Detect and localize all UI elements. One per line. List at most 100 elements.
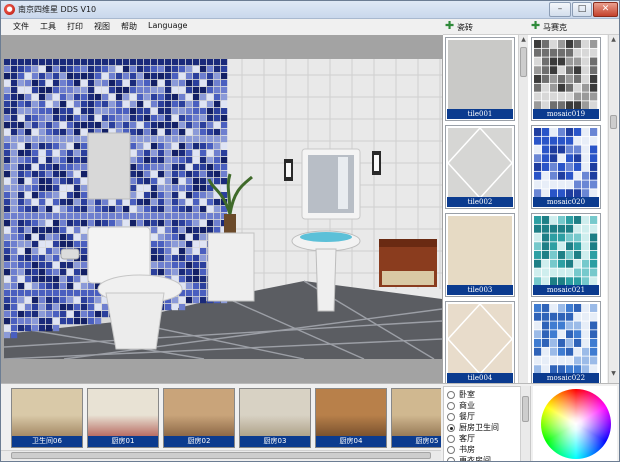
minimize-button[interactable]: – [549,2,571,17]
mosaic-scroll-thumb[interactable] [610,115,617,129]
tile-swatch [448,128,512,198]
sink-pedestal [315,248,337,312]
scroll-down-arrow-icon[interactable]: ▼ [609,369,618,378]
maximize-button[interactable]: □ [572,2,592,17]
plant-pot [224,214,236,234]
tile-name-label: mosaic019 [533,109,599,119]
ceramic-panel-label: 瓷砖 [457,23,473,32]
ceramic-tile-card[interactable]: tile004 [445,301,515,383]
app-logo-icon: ● [4,4,15,15]
ceramic-panel-header[interactable]: ✚ 瓷砖 [443,19,529,35]
room-category-option[interactable]: 卧室 [447,389,475,400]
room-category-list[interactable]: 卧室商业餐厅厨房卫生间客厅书房更衣房间 [443,386,531,462]
ceramic-tile-card[interactable]: tile001 [445,37,515,121]
room-viewport[interactable] [4,59,442,359]
tile-name-label: tile003 [447,285,513,295]
category-scroll-thumb[interactable] [522,396,529,422]
room-category-label: 商业 [459,401,475,410]
room-category-label: 更衣房间 [459,456,491,462]
app-window: ● 南京四维星 DDS V10 – □ ✕ 文件 工具 打印 视图 帮助 Lan… [0,0,620,462]
tile-name-label: mosaic022 [533,373,599,383]
close-button[interactable]: ✕ [593,2,618,17]
ceramic-scroll-thumb[interactable] [520,47,527,77]
room-thumbnail[interactable]: 厨房03 [239,388,311,448]
room-category-option[interactable]: 商业 [447,400,475,411]
menu-print[interactable]: 打印 [67,21,83,32]
menu-bar: 文件 工具 打印 视图 帮助 Language [1,19,441,35]
menu-tools[interactable]: 工具 [40,21,56,32]
room-category-option[interactable]: 餐厅 [447,411,475,422]
mosaic-panel-label: 马赛克 [543,23,567,32]
title-bar: ● 南京四维星 DDS V10 – □ ✕ [1,1,619,19]
radio-button-icon[interactable] [447,457,455,461]
thumbnail-scroll-thumb[interactable] [11,452,431,459]
room-thumbnail[interactable]: 卫生间06 [11,388,83,448]
mosaic-tile-list[interactable]: mosaic019 mosaic020 mosaic021 mosaic022 [529,35,607,383]
mosaic-panel-header[interactable]: ✚ 马赛克 [529,19,619,35]
ceramic-tile-card[interactable]: tile003 [445,213,515,297]
radio-button-icon[interactable] [447,435,455,443]
tile-swatch [448,304,512,374]
menu-view[interactable]: 视图 [94,21,110,32]
color-wheel[interactable] [541,389,611,459]
room-category-option[interactable]: 书房 [447,444,475,455]
room-thumbnail-label: 厨房02 [164,436,234,447]
color-picker[interactable] [533,386,617,461]
category-scrollbar[interactable] [520,386,530,461]
tile-swatch [448,40,512,110]
room-thumbnail-strip[interactable]: 卫生间06 厨房01 厨房02 厨房03 厨房04 厨房05 [1,388,441,448]
mosaic-tile-card[interactable]: mosaic022 [531,301,601,383]
scroll-up-arrow-icon[interactable]: ▲ [609,35,618,44]
toilet-base [105,292,165,350]
room-category-label: 书房 [459,445,475,454]
tile-name-label: tile004 [447,373,513,383]
mosaic-swatch [534,216,598,286]
room-category-option[interactable]: 更衣房间 [447,455,491,462]
room-category-label: 客厅 [459,434,475,443]
room-thumbnail-label: 厨房03 [240,436,310,447]
expand-plus-icon[interactable]: ✚ [531,20,540,32]
ceramic-tile-list[interactable]: tile001 tile002 tile003 tile004 [443,35,529,383]
cabinet [207,232,255,302]
menu-help[interactable]: 帮助 [121,21,137,32]
room-thumbnail[interactable]: 厨房02 [163,388,235,448]
menu-language[interactable]: Language [148,21,187,30]
room-category-label: 餐厅 [459,412,475,421]
room-category-label: 厨房卫生间 [459,423,499,432]
mosaic-scrollbar[interactable]: ▲ ▼ [608,35,618,383]
room-thumbnail[interactable]: 厨房01 [87,388,159,448]
menu-file[interactable]: 文件 [13,21,29,32]
mosaic-swatch [534,128,598,198]
radio-button-icon[interactable] [447,402,455,410]
ceramic-tile-card[interactable]: tile002 [445,125,515,209]
window-title: 南京四维星 DDS V10 [18,5,97,14]
mosaic-tile-card[interactable]: mosaic019 [531,37,601,121]
room-category-option[interactable]: 厨房卫生间 [447,422,499,433]
room-thumbnail-label: 厨房01 [88,436,158,447]
mosaic-tile-card[interactable]: mosaic020 [531,125,601,209]
ceramic-scrollbar[interactable]: ▲ [518,35,528,383]
room-category-option[interactable]: 客厅 [447,433,475,444]
tile-name-label: mosaic020 [533,197,599,207]
radio-button-icon[interactable] [447,391,455,399]
bathroom-render [4,59,442,359]
room-thumbnail-label: 厨房05 [392,436,441,447]
wall-decor [87,132,131,200]
radio-button-icon[interactable] [447,424,455,432]
room-category-label: 卧室 [459,390,475,399]
thumbnail-scrollbar[interactable] [1,450,441,460]
tile-name-label: tile001 [447,109,513,119]
tile-name-label: tile002 [447,197,513,207]
radio-button-icon[interactable] [447,446,455,454]
tile-swatch [448,216,512,286]
scroll-up-arrow-icon[interactable]: ▲ [519,35,528,44]
room-thumbnail[interactable]: 厨房04 [315,388,387,448]
radio-button-icon[interactable] [447,413,455,421]
room-thumbnail[interactable]: 厨房05 [391,388,441,448]
expand-plus-icon[interactable]: ✚ [445,20,454,32]
mosaic-swatch [534,304,598,374]
bottom-panel: 卫生间06 厨房01 厨房02 厨房03 厨房04 厨房05 卧室商业餐厅厨房卫生间客厅书… [1,383,619,462]
room-thumbnail-label: 厨房04 [316,436,386,447]
tile-name-label: mosaic021 [533,285,599,295]
mosaic-tile-card[interactable]: mosaic021 [531,213,601,297]
